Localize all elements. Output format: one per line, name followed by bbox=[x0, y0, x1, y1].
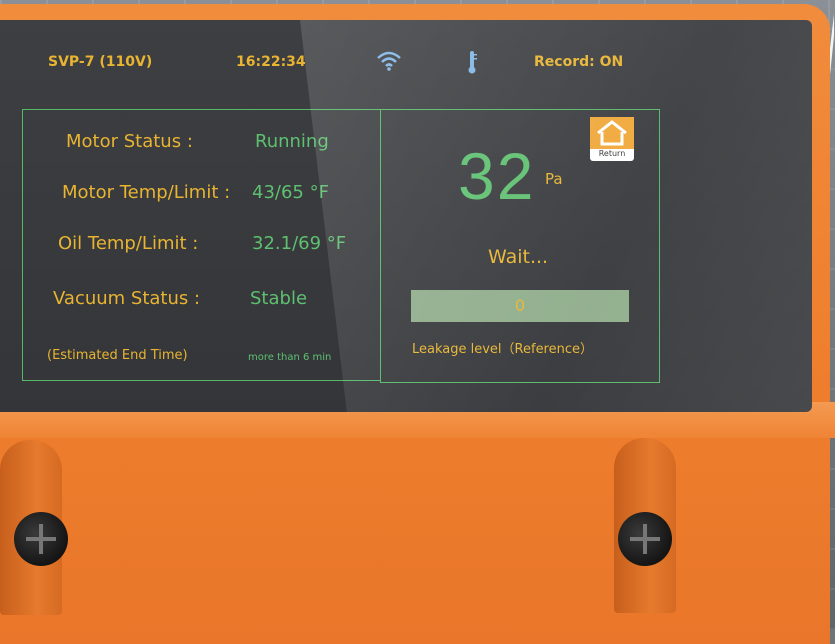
display-screen: SVP-7 (110V) 16:22:34 Record: ON Motor S… bbox=[0, 20, 812, 412]
end-time-value: more than 6 min bbox=[248, 352, 332, 363]
leakage-label: Leakage level（Reference） bbox=[412, 342, 594, 357]
wifi-icon bbox=[377, 51, 401, 71]
pressure-unit: Pa bbox=[545, 170, 563, 188]
screw-icon bbox=[14, 512, 68, 566]
oil-temp-value: 32.1/69 °F bbox=[252, 233, 347, 254]
oil-temp-label: Oil Temp/Limit : bbox=[58, 233, 199, 254]
motor-temp-value: 43/65 °F bbox=[252, 182, 329, 203]
leakage-bar: 0 bbox=[411, 290, 629, 322]
device-model: SVP-7 (110V) bbox=[48, 54, 153, 70]
thermometer-icon bbox=[468, 51, 477, 74]
vacuum-status-label: Vacuum Status : bbox=[53, 288, 201, 309]
motor-status-label: Motor Status : bbox=[66, 131, 193, 152]
home-icon bbox=[590, 117, 634, 149]
leakage-value: 0 bbox=[514, 296, 526, 315]
motor-status-value: Running bbox=[255, 131, 329, 152]
motor-temp-label: Motor Temp/Limit : bbox=[62, 182, 231, 203]
screw-icon bbox=[618, 512, 672, 566]
state-text: Wait... bbox=[488, 246, 549, 268]
vacuum-status-value: Stable bbox=[250, 288, 308, 309]
clock-time: 16:22:34 bbox=[236, 54, 306, 70]
record-status: Record: ON bbox=[534, 54, 624, 70]
end-time-label: (Estimated End Time) bbox=[47, 348, 188, 363]
return-label: Return bbox=[598, 149, 626, 158]
pressure-value: 32 bbox=[458, 139, 536, 213]
return-button[interactable]: Return bbox=[590, 117, 634, 161]
